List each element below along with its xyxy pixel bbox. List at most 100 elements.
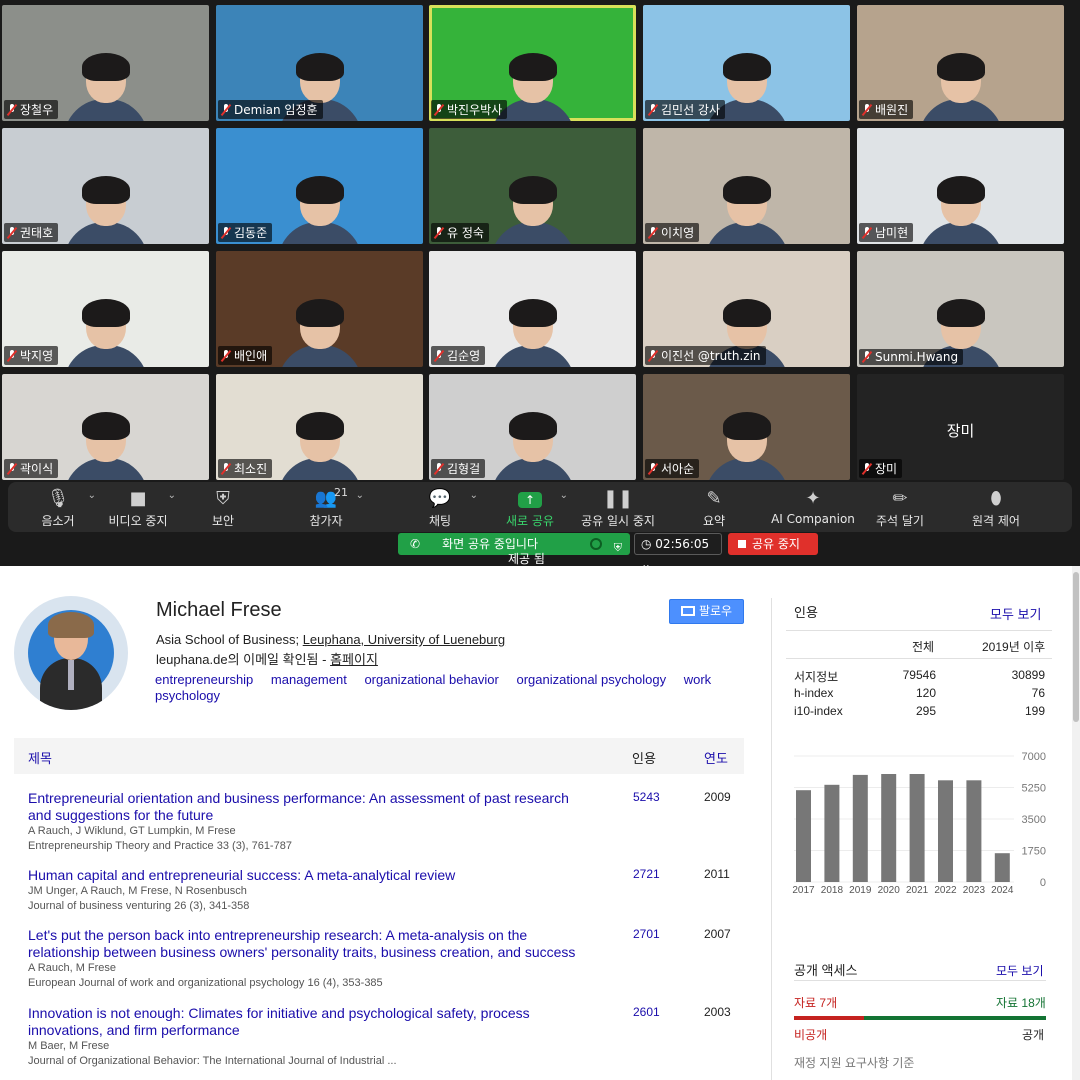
chart-bar[interactable]: [938, 780, 953, 882]
open-access-public-count[interactable]: 자료 18개: [996, 994, 1046, 1011]
affiliation-text: Asia School of Business;: [156, 632, 303, 647]
muted-mic-icon: [434, 226, 444, 239]
control-label: 새로 공유: [506, 514, 554, 528]
sort-by-title[interactable]: 제목: [28, 748, 52, 767]
participant-video-tile[interactable]: 배원진: [857, 5, 1064, 121]
participant-video: [63, 53, 148, 121]
chart-bar[interactable]: [909, 774, 925, 882]
open-access-view-all-link[interactable]: 모두 보기: [996, 962, 1044, 979]
affiliation-link[interactable]: Leuphana, University of Lueneburg: [303, 632, 505, 647]
participant-video-tile[interactable]: 권태호: [2, 128, 209, 244]
stop-share-button[interactable]: 공유 중지: [728, 533, 818, 555]
profile-photo: [14, 596, 128, 710]
interest-link[interactable]: organizational psychology: [517, 672, 667, 687]
participant-video-tile[interactable]: 김민선 강사: [643, 5, 850, 121]
chevron-down-icon[interactable]: ⌄: [560, 490, 568, 501]
citation-count[interactable]: 2601: [633, 1005, 660, 1019]
participant-name-tag: 이치영: [645, 223, 700, 242]
participant-name: 장철우: [20, 103, 54, 117]
participant-video-tile[interactable]: 남미현: [857, 128, 1064, 244]
sort-by-cites[interactable]: 인용: [632, 748, 656, 767]
citations-table-header: 전체 2019년 이후: [786, 631, 1052, 659]
participant-video-tile[interactable]: 김형걸: [429, 374, 636, 480]
summary-button[interactable]: ✎ 요약: [664, 484, 764, 530]
participant-video-tile[interactable]: Sunmi.Hwang: [857, 251, 1064, 367]
page-scrollbar[interactable]: [1072, 566, 1080, 1080]
participant-video: [918, 53, 1003, 121]
participant-video-tile[interactable]: Demian 임정훈: [216, 5, 423, 121]
participant-video-tile[interactable]: 이치영: [643, 128, 850, 244]
participant-video-tile[interactable]: 이진선 @truth.zin: [643, 251, 850, 367]
mouse-icon: ⬮: [990, 488, 1002, 509]
participant-video-tile[interactable]: 김순영: [429, 251, 636, 367]
citations-view-all-link[interactable]: 모두 보기: [990, 604, 1041, 623]
muted-mic-icon: [648, 349, 658, 362]
participant-video-tile[interactable]: 최소진: [216, 374, 423, 480]
chart-bar[interactable]: [796, 790, 811, 882]
citation-count[interactable]: 5243: [633, 790, 660, 804]
interest-link[interactable]: management: [271, 672, 347, 687]
share-timer[interactable]: ◷ 02:56:05 ⌄: [634, 533, 722, 571]
citation-count[interactable]: 2721: [633, 867, 660, 881]
publication-row: Let's put the person back into entrepren…: [28, 927, 744, 991]
publications-table-header: 제목 인용 연도: [14, 738, 744, 774]
participant-name-tag: 남미현: [859, 223, 914, 242]
publication-row: Entrepreneurial orientation and business…: [28, 790, 744, 854]
muted-mic-icon: [862, 103, 872, 116]
remote-control-button[interactable]: ⬮ 원격 제어: [946, 484, 1046, 530]
new-share-button[interactable]: ↑ 새로 공유 ⌄: [480, 484, 580, 530]
profile-affiliation: Asia School of Business; Leuphana, Unive…: [156, 632, 505, 647]
participant-video-tile[interactable]: 김동준: [216, 128, 423, 244]
interest-link[interactable]: organizational behavior: [364, 672, 498, 687]
pause-share-button[interactable]: ❚❚ 공유 일시 중지: [568, 484, 668, 530]
interest-link[interactable]: entrepreneurship: [155, 672, 253, 687]
chart-bar[interactable]: [966, 780, 982, 882]
chart-bar[interactable]: [994, 853, 1010, 882]
participant-video-tile[interactable]: 배인애: [216, 251, 423, 367]
shield-icon: ⛨: [216, 488, 230, 509]
publication-title[interactable]: Human capital and entrepreneurial succes…: [28, 867, 588, 884]
annotate-button[interactable]: ✏ 주석 달기: [850, 484, 950, 530]
sort-by-year[interactable]: 연도: [704, 748, 728, 767]
chevron-down-icon[interactable]: ⌄: [470, 490, 478, 501]
publication-title[interactable]: Let's put the person back into entrepren…: [28, 927, 588, 961]
participant-name-tag: Sunmi.Hwang: [859, 349, 964, 365]
follow-button[interactable]: 팔로우: [669, 599, 744, 624]
participants-button[interactable]: 👥 참가자 21 ⌄: [276, 484, 376, 530]
chevron-down-icon[interactable]: ⌄: [356, 490, 364, 501]
chat-button[interactable]: 💬 채팅 ⌄: [390, 484, 490, 530]
control-label: 주석 달기: [876, 514, 924, 528]
participant-video: [63, 412, 148, 480]
participant-video: [63, 299, 148, 367]
participant-video-tile[interactable]: 박진우박사: [429, 5, 636, 121]
participant-video-tile[interactable]: 서아순: [643, 374, 850, 480]
share-status-text: 화면 공유 중입니다: [442, 537, 539, 551]
chart-bar[interactable]: [852, 774, 868, 882]
citation-count[interactable]: 2701: [633, 927, 660, 941]
metric-since: 76: [1031, 686, 1045, 700]
participant-video-tile[interactable]: 장철우: [2, 5, 209, 121]
participant-name: 유 정숙: [447, 226, 484, 240]
record-icon[interactable]: [590, 538, 602, 550]
publication-title[interactable]: Entrepreneurial orientation and business…: [28, 790, 588, 824]
participant-video-tile[interactable]: 박지영: [2, 251, 209, 367]
scrollbar-thumb[interactable]: [1073, 572, 1079, 722]
y-tick-label: 7000: [1022, 751, 1046, 763]
open-access-nonpublic-count[interactable]: 자료 7개: [794, 994, 837, 1011]
chart-bar[interactable]: [881, 774, 897, 882]
participant-video-tile[interactable]: 유 정숙: [429, 128, 636, 244]
stop-icon: [738, 540, 746, 548]
participant-name-tag: 서아순: [645, 459, 700, 478]
participant-name-tag: 김형걸: [431, 459, 486, 478]
security-button[interactable]: ⛨ 보안: [173, 484, 273, 530]
homepage-link[interactable]: 홈페이지: [330, 652, 378, 667]
chart-bar[interactable]: [824, 784, 840, 882]
publication-year: 2003: [704, 1005, 731, 1019]
participant-video-tile[interactable]: 곽이식: [2, 374, 209, 480]
participant-video-tile[interactable]: 장미 장미: [857, 374, 1064, 480]
sparkle-icon: ✦: [805, 488, 821, 509]
ai-companion-button[interactable]: ✦ AI Companion: [763, 484, 863, 530]
muted-mic-icon: [862, 226, 872, 239]
publication-title[interactable]: Innovation is not enough: Climates for i…: [28, 1005, 588, 1039]
control-label: 원격 제어: [972, 514, 1020, 528]
